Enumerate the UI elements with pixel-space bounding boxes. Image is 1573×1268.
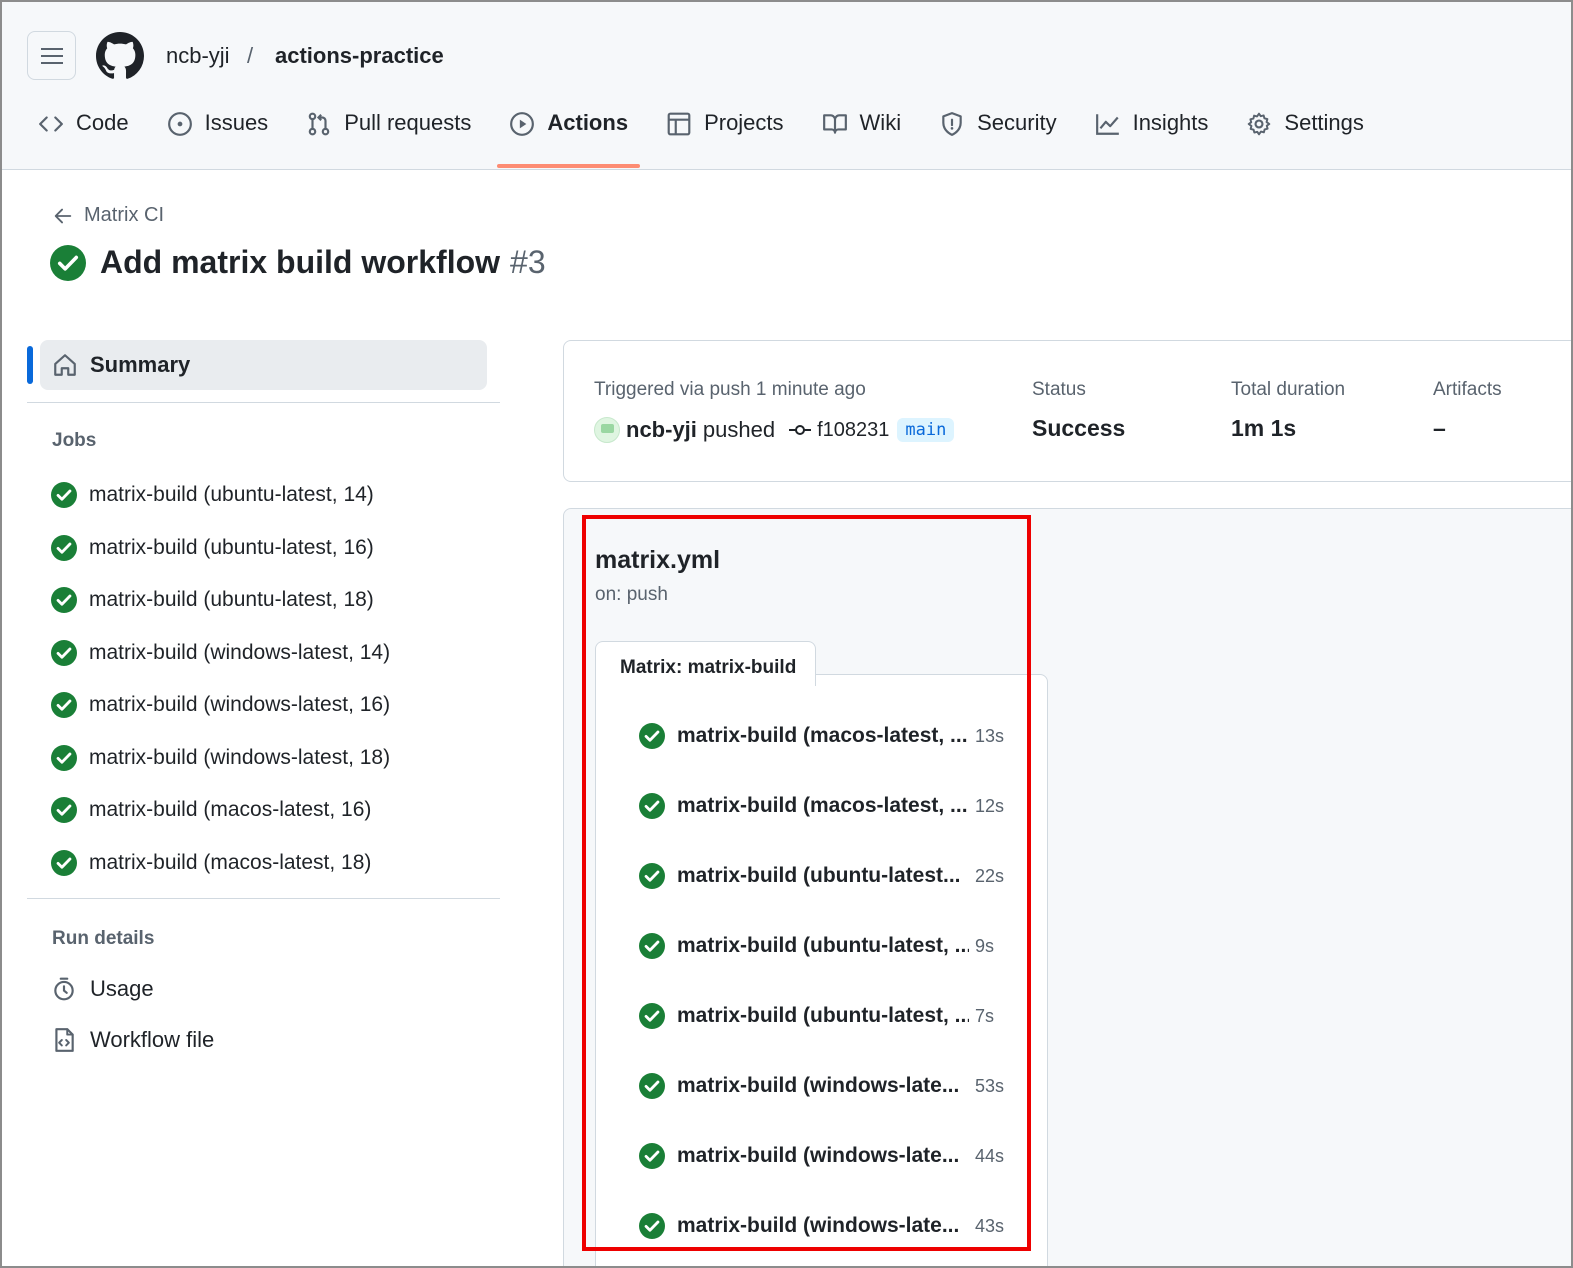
tab-insights[interactable]: Insights [1095,110,1209,168]
menu-button[interactable] [27,31,76,80]
job-label: matrix-build (windows-latest, 16) [89,693,391,716]
shield-icon [942,112,962,136]
arrow-left-icon [54,208,72,223]
job-label: matrix-build (ubuntu-latest, 16) [89,535,374,559]
tab-security[interactable]: Security [939,110,1057,168]
repo-header: ncb-yji / actions-practice Code Issues P… [0,0,1573,170]
stopwatch-icon [54,977,74,1001]
file-code-icon [55,1028,74,1052]
sidebar-item-summary[interactable]: Summary [40,340,487,390]
tab-label: Pull requests [344,110,472,135]
commit-icon [789,425,812,435]
highlight-box [582,515,1031,1251]
tab-label: Issues [204,110,269,135]
check-circle-icon [51,797,77,823]
workflow-file-label: Workflow file [90,1027,215,1052]
tab-settings[interactable]: Settings [1246,110,1364,168]
status-label: Status [1032,379,1086,400]
graph-icon [1095,114,1119,135]
job-label: matrix-build (ubuntu-latest, 18) [89,588,374,611]
sidebar-job-item[interactable]: matrix-build (ubuntu-latest, 18) [51,585,374,615]
check-circle-icon [51,639,77,666]
sidebar-divider [27,898,500,899]
usage-label: Usage [90,976,154,1001]
sidebar-job-item[interactable]: matrix-build (ubuntu-latest, 16) [51,533,374,563]
summary-label: Summary [90,352,191,377]
job-label: matrix-build (macos-latest, 18) [89,850,372,874]
summary-active-indicator [27,346,33,384]
run-summary-card: Triggered via push 1 minute ago ncb-yji … [563,340,1573,482]
sidebar-job-item[interactable]: matrix-build (windows-latest, 14) [51,638,390,668]
breadcrumb-repo[interactable]: actions-practice [275,42,444,70]
sidebar-job-item[interactable]: matrix-build (macos-latest, 16) [51,795,371,825]
branch-badge[interactable]: main [897,418,955,442]
check-circle-icon [51,482,77,508]
breadcrumb-separator: / [247,43,254,68]
job-label: matrix-build (windows-latest, 18) [89,745,391,769]
play-icon [510,112,535,136]
sidebar-job-item[interactable]: matrix-build (windows-latest, 16) [51,690,390,720]
run-title: Add matrix build workflow #3 [50,244,546,281]
sidebar-divider [27,402,500,403]
pusher-name[interactable]: ncb-yji [626,417,697,443]
back-label: Matrix CI [84,204,164,226]
tab-issues[interactable]: Issues [167,110,269,168]
pushed-text: pushed [702,417,776,442]
tab-label: Settings [1284,110,1364,135]
check-circle-icon [51,534,77,561]
sidebar-item-workflow-file[interactable]: Workflow file [51,1027,214,1053]
tab-label: Wiki [859,110,902,135]
repo-nav-tabs: Code Issues Pull requests Actions Projec… [38,110,1402,168]
check-circle-icon [50,244,86,281]
code-icon [39,116,63,132]
run-title-text: Add matrix build workflow [100,244,501,280]
job-label: matrix-build (ubuntu-latest, 14) [89,483,374,506]
sidebar-job-item[interactable]: matrix-build (macos-latest, 18) [51,848,371,878]
job-label: matrix-build (macos-latest, 16) [89,798,372,821]
run-details-heading: Run details [52,928,155,949]
avatar[interactable] [594,417,620,443]
tab-label: Security [977,110,1057,135]
tab-code[interactable]: Code [38,110,129,168]
check-circle-icon [51,849,77,876]
pull-request-icon [308,112,330,136]
book-icon [822,114,847,134]
sidebar-job-item[interactable]: matrix-build (windows-latest, 18) [51,743,390,773]
check-circle-icon [51,744,77,771]
back-to-workflow-link[interactable]: Matrix CI [52,204,164,227]
gear-icon [1248,112,1271,136]
trigger-label: Triggered via push 1 minute ago [594,379,866,400]
home-icon [54,354,76,376]
tab-pull-requests[interactable]: Pull requests [306,110,471,168]
sidebar-item-usage[interactable]: Usage [51,976,154,1002]
run-number: #3 [510,244,546,280]
tab-label: Projects [704,110,784,135]
sidebar-job-item[interactable]: matrix-build (ubuntu-latest, 14) [51,480,374,510]
breadcrumb-owner[interactable]: ncb-yji [166,42,230,70]
tab-projects[interactable]: Projects [666,110,784,168]
push-info: ncb-yji pushed f108231 main [594,417,955,443]
github-logo-icon[interactable] [96,32,144,80]
check-circle-icon [51,692,77,718]
commit-sha: f108231 [817,418,890,441]
duration-label: Total duration [1231,379,1346,400]
artifacts-label: Artifacts [1433,379,1502,400]
status-value: Success [1032,415,1126,441]
artifacts-value: – [1433,415,1446,441]
tab-label: Code [76,110,129,135]
job-label: matrix-build (windows-latest, 14) [89,640,391,664]
commit-link[interactable]: f108231 [789,419,889,442]
table-icon [667,112,691,136]
jobs-heading: Jobs [52,430,97,451]
tab-label: Actions [547,110,629,135]
tab-actions[interactable]: Actions [497,110,640,168]
tab-label: Insights [1132,110,1209,135]
check-circle-icon [51,587,77,613]
issue-icon [167,112,192,136]
tab-wiki[interactable]: Wiki [822,110,902,168]
hamburger-icon [40,47,63,64]
duration-value[interactable]: 1m 1s [1231,415,1296,442]
